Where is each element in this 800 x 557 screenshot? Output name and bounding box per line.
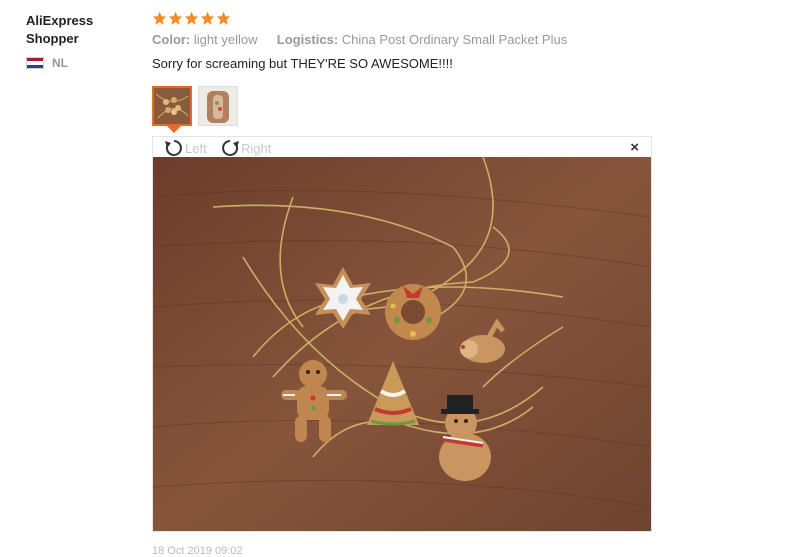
logistics-label: Logistics: <box>276 32 339 47</box>
reviewer-info: AliExpress Shopper NL <box>26 12 136 70</box>
star-icon <box>184 11 199 25</box>
rotate-left-icon <box>165 140 182 156</box>
star-rating <box>152 11 652 26</box>
photo-thumbnail[interactable] <box>152 86 192 126</box>
review-text: Sorry for screaming but THEY'RE SO AWESO… <box>152 56 453 71</box>
star-icon <box>200 11 215 25</box>
review-body: Color: light yellow Logistics: China Pos… <box>152 11 652 72</box>
review-photo <box>153 157 651 531</box>
color-value: light yellow <box>193 32 258 47</box>
star-icon <box>152 11 167 25</box>
photo-thumbnail[interactable] <box>198 86 238 126</box>
logistics-value: China Post Ordinary Small Packet Plus <box>341 32 568 47</box>
rotate-right-button[interactable]: Right <box>219 138 271 158</box>
country-code: NL <box>52 56 68 70</box>
rotate-right-label: Right <box>241 140 272 156</box>
review-date: 18 Oct 2019 09:02 <box>152 545 243 557</box>
order-info: Color: light yellow Logistics: China Pos… <box>152 32 652 48</box>
star-icon <box>216 11 231 25</box>
reviewer-name: AliExpress Shopper <box>26 13 94 46</box>
close-icon[interactable]: × <box>630 139 639 156</box>
photo-thumbnails <box>152 86 238 126</box>
reviewer-country: NL <box>26 56 136 70</box>
netherlands-flag-icon <box>26 57 44 69</box>
rotate-right-icon <box>222 140 239 156</box>
active-thumbnail-pointer <box>167 126 181 133</box>
rotate-left-button[interactable]: Left <box>163 138 207 158</box>
viewer-toolbar: Left Right × <box>153 137 651 157</box>
color-label: Color: <box>152 32 191 47</box>
rotate-left-label: Left <box>185 140 207 156</box>
star-icon <box>168 11 183 25</box>
photo-viewer: Left Right × <box>152 136 652 532</box>
